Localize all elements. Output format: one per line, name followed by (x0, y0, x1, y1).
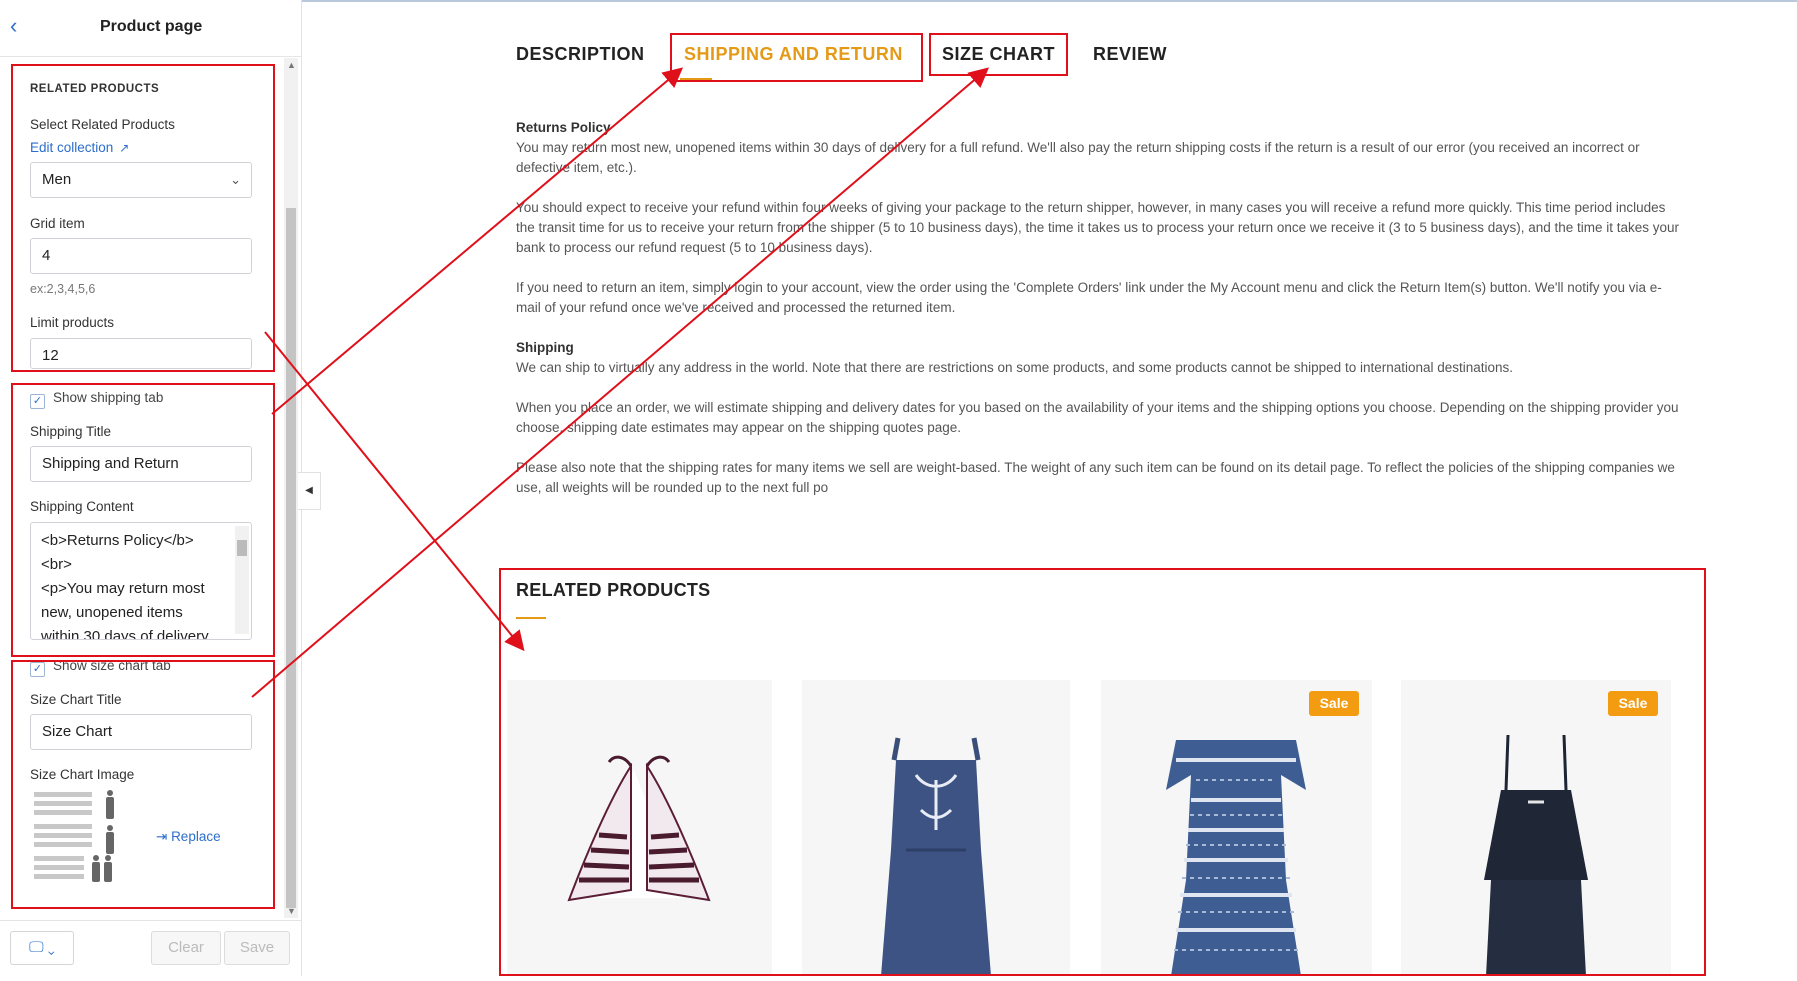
arrow-to-shipping-tab (271, 67, 684, 415)
annotation-arrows (251, 67, 990, 698)
arrow-to-size-chart-tab (251, 67, 990, 698)
arrow-to-related-products (264, 331, 525, 652)
